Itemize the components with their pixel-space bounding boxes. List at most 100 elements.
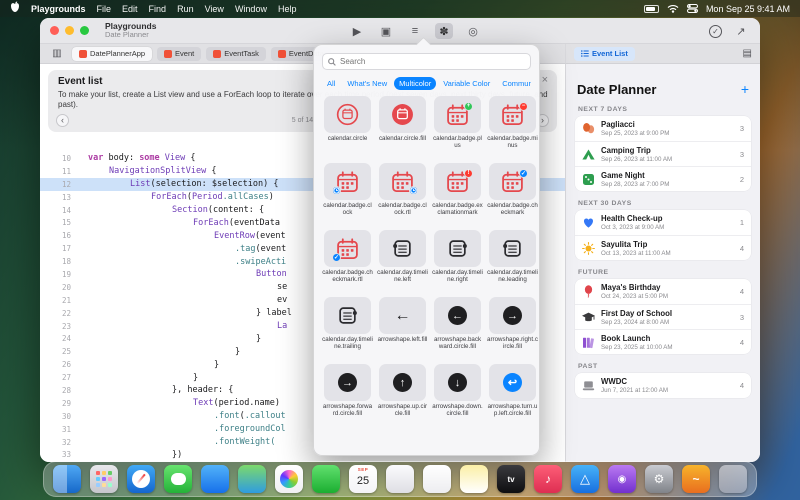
dock-tv-icon[interactable]: tv: [497, 465, 525, 493]
symbol-calendar.badge.exclamationmark[interactable]: ! calendar.badge.exclamationmark: [432, 163, 483, 224]
symbols-category-communication[interactable]: Communication: [497, 77, 531, 90]
tab-DatePlannerApp[interactable]: DatePlannerApp: [72, 46, 153, 61]
symbols-library-button[interactable]: ✽: [435, 23, 453, 39]
event-row-first-day-of-school[interactable]: First Day of School Sep 23, 2024 at 8:00 …: [575, 304, 751, 329]
enter-fullscreen-button[interactable]: ↗: [732, 23, 750, 39]
calendar.badge.clock.rtl-icon[interactable]: [379, 163, 426, 200]
calendar.circle-icon[interactable]: [324, 96, 371, 133]
event-row-game-night[interactable]: Game Night Sep 28, 2023 at 7:00 PM 2: [575, 166, 751, 191]
event-row-wwdc[interactable]: WWDC Jun 7, 2021 at 12:00 AM 4: [575, 373, 751, 398]
symbol-calendar.circle.fill[interactable]: calendar.circle.fill: [377, 96, 428, 157]
symbol-calendar.day.timeline.leading[interactable]: calendar.day.timeline.leading: [487, 230, 538, 291]
menu-edit[interactable]: Edit: [122, 4, 138, 14]
symbol-arrowshape.turn.up.left.circle.fill[interactable]: ↩ arrowshape.turn.up.left.circle.fill: [487, 364, 538, 425]
arrowshape.turn.up.left.circle.fill-icon[interactable]: ↩: [489, 364, 536, 401]
event-row-maya-s-birthday[interactable]: Maya's Birthday Oct 24, 2023 at 5:00 PM 4: [575, 279, 751, 304]
arrowshape.right.circle.fill-icon[interactable]: →: [489, 297, 536, 334]
dock-facetime-icon[interactable]: [312, 465, 340, 493]
menu-file[interactable]: File: [97, 4, 112, 14]
event-row-book-launch[interactable]: Book Launch Sep 23, 2025 at 10:00 AM 4: [575, 329, 751, 354]
calendar.day.timeline.left-icon[interactable]: [379, 230, 426, 267]
menu-find[interactable]: Find: [149, 4, 167, 14]
dock-notes-icon[interactable]: [460, 465, 488, 493]
sidebar-toggle-button[interactable]: ▥: [48, 46, 66, 62]
menu-app-name[interactable]: Playgrounds: [31, 4, 86, 14]
layout-icon[interactable]: ▤: [743, 48, 752, 59]
minimize-window-button[interactable]: [65, 26, 74, 35]
event-row-camping-trip[interactable]: Camping Trip Sep 26, 2023 at 11:00 AM 3: [575, 141, 751, 166]
preview-tab-event-list[interactable]: Event List: [574, 46, 635, 61]
symbols-category-all[interactable]: All: [322, 77, 340, 90]
symbol-calendar.badge.clock.rtl[interactable]: calendar.badge.clock.rtl: [377, 163, 428, 224]
run-button[interactable]: ▶: [348, 23, 366, 39]
dock-mail-icon[interactable]: [201, 465, 229, 493]
menu-window[interactable]: Window: [235, 4, 267, 14]
calendar.badge.exclamationmark-icon[interactable]: !: [434, 163, 481, 200]
symbol-calendar.day.timeline.right[interactable]: calendar.day.timeline.right: [432, 230, 483, 291]
device-settings-button[interactable]: ◎: [464, 23, 482, 39]
inspector-button[interactable]: ≡: [406, 23, 424, 39]
battery-icon[interactable]: [643, 4, 659, 13]
arrowshape.forward.circle.fill-icon[interactable]: →: [324, 364, 371, 401]
tab-Event[interactable]: Event: [157, 46, 202, 61]
symbol-calendar.badge.plus[interactable]: + calendar.badge.plus: [432, 96, 483, 157]
calendar.badge.checkmark.rtl-icon[interactable]: ✓: [324, 230, 371, 267]
dock-reminders-icon[interactable]: [423, 465, 451, 493]
event-row-health-check-up[interactable]: Health Check-up Oct 3, 2023 at 9:00 AM 1: [575, 210, 751, 235]
title-bar[interactable]: Playgrounds Date Planner ▶ ▣ ≡ ✽ ◎ ✓ ↗: [40, 18, 760, 44]
wifi-icon[interactable]: [667, 0, 679, 18]
calendar.badge.plus-icon[interactable]: +: [434, 96, 481, 133]
dock-trash-icon[interactable]: [719, 465, 747, 493]
symbol-arrowshape.left.fill[interactable]: ← arrowshape.left.fill: [377, 297, 428, 358]
menu-help[interactable]: Help: [278, 4, 297, 14]
symbol-calendar.circle[interactable]: calendar.circle: [322, 96, 373, 157]
symbol-calendar.badge.clock[interactable]: calendar.badge.clock: [322, 163, 373, 224]
symbol-arrowshape.forward.circle.fill[interactable]: → arrowshape.forward.circle.fill: [322, 364, 373, 425]
symbol-calendar.day.timeline.left[interactable]: calendar.day.timeline.left: [377, 230, 428, 291]
dock-messages-icon[interactable]: [164, 465, 192, 493]
zoom-window-button[interactable]: [80, 26, 89, 35]
menu-view[interactable]: View: [205, 4, 224, 14]
apple-menu-icon[interactable]: [10, 0, 20, 18]
arrowshape.down.circle.fill-icon[interactable]: ↓: [434, 364, 481, 401]
arrowshape.up.circle.fill-icon[interactable]: ↑: [379, 364, 426, 401]
close-window-button[interactable]: [50, 26, 59, 35]
dock-music-icon[interactable]: ♪: [534, 465, 562, 493]
calendar.circle.fill-icon[interactable]: [379, 96, 426, 133]
dock-podcasts-icon[interactable]: ◉: [608, 465, 636, 493]
calendar.day.timeline.leading-icon[interactable]: [489, 230, 536, 267]
symbol-arrowshape.up.circle.fill[interactable]: ↑ arrowshape.up.circle.fill: [377, 364, 428, 425]
menu-clock[interactable]: Mon Sep 25 9:41 AM: [706, 4, 790, 14]
symbol-calendar.day.timeline.trailing[interactable]: calendar.day.timeline.trailing: [322, 297, 373, 358]
close-icon[interactable]: ×: [542, 74, 548, 86]
dock-launchpad-icon[interactable]: [90, 465, 118, 493]
dock-appstore-icon[interactable]: △: [571, 465, 599, 493]
arrowshape.backward.circle.fill-icon[interactable]: ←: [434, 297, 481, 334]
event-row-sayulita-trip[interactable]: Sayulita Trip Oct 13, 2023 at 11:00 AM 4: [575, 235, 751, 260]
control-center-icon[interactable]: [686, 0, 698, 18]
dock-contacts-icon[interactable]: [386, 465, 414, 493]
symbol-arrowshape.right.circle.fill[interactable]: → arrowshape.right.circle.fill: [487, 297, 538, 358]
event-row-pagliacci[interactable]: Pagliacci Sep 25, 2023 at 9:00 PM 3: [575, 116, 751, 141]
symbol-arrowshape.backward.circle.fill[interactable]: ← arrowshape.backward.circle.fill: [432, 297, 483, 358]
symbol-calendar.badge.checkmark[interactable]: ✓ calendar.badge.checkmark: [487, 163, 538, 224]
calendar.day.timeline.right-icon[interactable]: [434, 230, 481, 267]
calendar.badge.minus-icon[interactable]: −: [489, 96, 536, 133]
calendar.day.timeline.trailing-icon[interactable]: [324, 297, 371, 334]
symbols-search-input[interactable]: [340, 57, 525, 66]
symbols-category-what-s-new[interactable]: What's New: [342, 77, 392, 90]
dock-safari-icon[interactable]: [127, 465, 155, 493]
live-preview-button[interactable]: ▣: [377, 23, 395, 39]
dock-calendar-icon[interactable]: SEP 25: [349, 465, 377, 493]
arrowshape.left.fill-icon[interactable]: ←: [379, 297, 426, 334]
symbols-category-variable-color[interactable]: Variable Color: [438, 77, 495, 90]
dock-settings-icon[interactable]: ⚙: [645, 465, 673, 493]
symbols-category-multicolor[interactable]: Multicolor: [394, 77, 437, 90]
symbol-calendar.badge.minus[interactable]: − calendar.badge.minus: [487, 96, 538, 157]
calendar.badge.clock-icon[interactable]: [324, 163, 371, 200]
tab-EventTask[interactable]: EventTask: [206, 46, 266, 61]
symbol-calendar.badge.checkmark.rtl[interactable]: ✓ calendar.badge.checkmark.rtl: [322, 230, 373, 291]
symbol-arrowshape.down.circle.fill[interactable]: ↓ arrowshape.down.circle.fill: [432, 364, 483, 425]
dock-finder-icon[interactable]: [53, 465, 81, 493]
dock-maps-icon[interactable]: [238, 465, 266, 493]
